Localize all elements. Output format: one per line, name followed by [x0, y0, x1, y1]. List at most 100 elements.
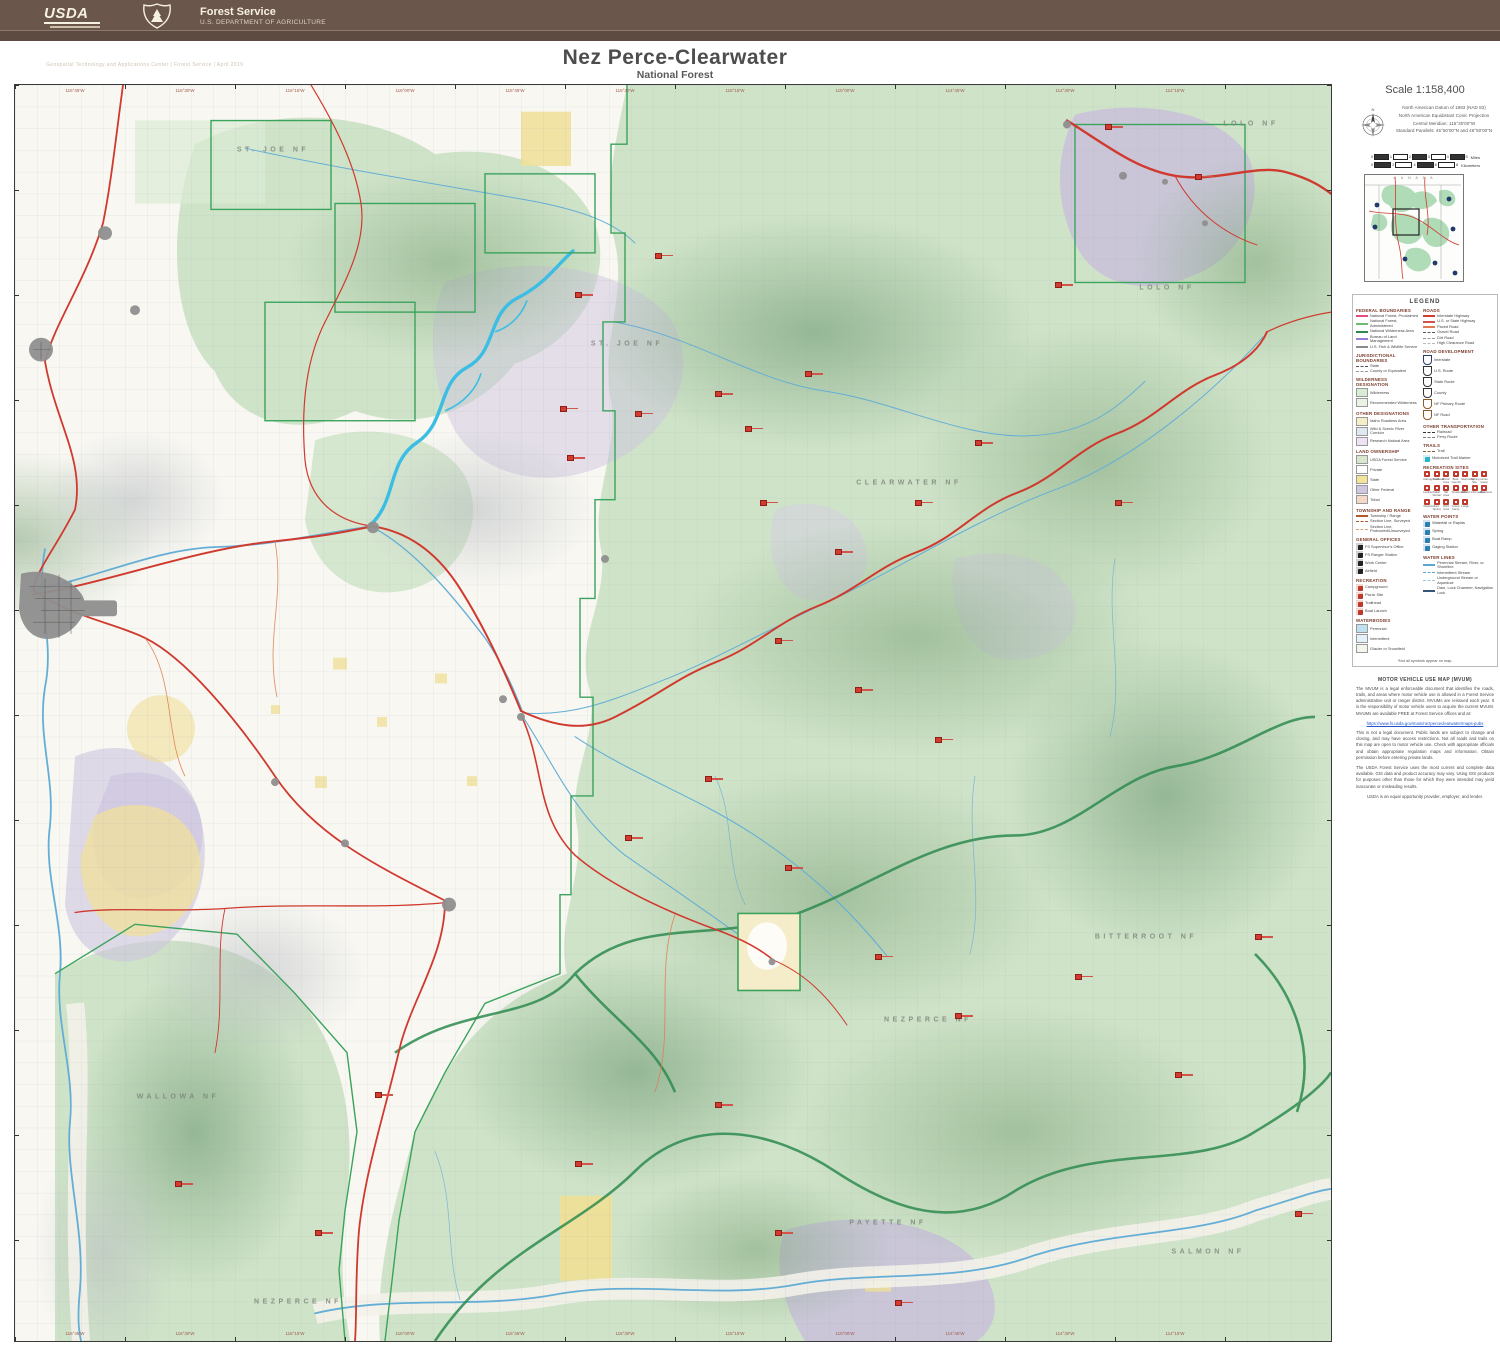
- recreation-symbol-icon: [1424, 485, 1430, 491]
- forest-name-label: CLEARWATER NF: [856, 479, 962, 486]
- legend-item: High Clearance Road: [1423, 341, 1494, 345]
- legend-symbol-label: Airfield: [1461, 491, 1469, 494]
- legend-item: Glacier or Snowfield: [1356, 644, 1419, 653]
- legend-item: Section Line, Protracted/Unsurveyed: [1356, 525, 1419, 534]
- legend-swatch-chip: [1356, 455, 1368, 464]
- legend-swatch-chip: [1356, 417, 1368, 426]
- legend-swatch-icon: [1423, 536, 1430, 543]
- legend-item: Spring: [1423, 528, 1494, 535]
- map-subtitle: National Forest: [0, 69, 1350, 81]
- scalebar-segment: [1417, 162, 1434, 168]
- scalebar-number: 4: [1413, 163, 1415, 167]
- coordinate-tick-label: 114°15'W: [1165, 1331, 1184, 1336]
- recreation-site-icon: [560, 406, 567, 412]
- legend-item: Other Federal: [1356, 485, 1419, 494]
- legend-swatch-chip: [1356, 485, 1368, 494]
- legend-item-label: Boat Ramp: [1432, 537, 1451, 541]
- legend-swatch-icon: [1356, 567, 1363, 574]
- legend-section: WATER LINESPerennial Stream, River, or S…: [1423, 555, 1494, 595]
- recreation-symbol-icon: [1434, 499, 1440, 505]
- legend-item-label: Dam, Lock Chamber, Navigation Lock: [1437, 586, 1494, 595]
- legend-symbol-label: OHV Area: [1442, 505, 1450, 511]
- legend-item: Work Center: [1356, 559, 1419, 566]
- legend-symbol-label: Trailhead: [1433, 478, 1441, 481]
- usda-dept-line: U.S. DEPARTMENT OF AGRICULTURE: [200, 19, 326, 26]
- coordinate-tick-label: 114°45'W: [945, 1331, 964, 1336]
- legend-swatch-icon: [1423, 544, 1430, 551]
- legend-section: ROADSInterstate HighwayU.S. or State Hig…: [1423, 308, 1494, 346]
- legend-item: National Forest, Administered: [1356, 319, 1419, 328]
- legend-item-label: Research Natural Area: [1370, 439, 1409, 443]
- recreation-site-icon: [705, 776, 712, 782]
- scalebar-segment: [1412, 154, 1427, 160]
- legend-item: Trailhead: [1356, 600, 1419, 607]
- legend-symbol-label: Picnic Area: [1442, 478, 1450, 484]
- legend-item-label: Perennial: [1370, 627, 1386, 631]
- page: USDA Forest Service U.S. DEPARTMENT OF A…: [0, 0, 1500, 1359]
- scalebar-segment: [1431, 154, 1446, 160]
- mvum-link[interactable]: https://www.fs.usda.gov/main/nezpercecle…: [1356, 721, 1494, 726]
- legend-item-label: National Forest, Administered: [1370, 319, 1419, 328]
- recreation-site-icon: [855, 687, 862, 693]
- scalebar-number: 8: [1456, 163, 1458, 167]
- coordinate-tick-label: 115°15'W: [725, 88, 744, 93]
- recreation-symbol-icon: [1424, 471, 1430, 477]
- recreation-symbol-icon: [1453, 485, 1459, 491]
- recreation-symbol-icon: [1453, 471, 1459, 477]
- legend-swatch-dash: [1423, 432, 1435, 433]
- legend-section: RECREATION SITESCampgroundTrailheadPicni…: [1423, 465, 1494, 510]
- coordinate-tick-label: 116°45'W: [65, 88, 84, 93]
- legend-symbol-cell: Campground: [1423, 471, 1431, 483]
- forest-service-shield-icon: [140, 3, 174, 29]
- legend-item: Tribal: [1356, 495, 1419, 504]
- legend-symbol-label: Restroom: [1480, 491, 1488, 494]
- legend-section: WATERBODIESPerennialIntermittentGlacier …: [1356, 618, 1419, 653]
- legend-swatch-shield: [1423, 366, 1432, 376]
- coordinate-tick-label: 114°45'W: [945, 88, 964, 93]
- legend-swatch-dash: [1423, 572, 1435, 573]
- legend-swatch-shield: [1423, 388, 1432, 398]
- legend-symbol-cell: Cabin Rental: [1433, 485, 1441, 497]
- right-tick-marks: [1327, 85, 1331, 1341]
- legend-swatch-line: [1423, 326, 1435, 328]
- legend-section-title: TRAILS: [1423, 443, 1494, 448]
- legend-swatch-chip: [1356, 465, 1368, 474]
- recreation-site-icon: [1115, 500, 1122, 506]
- legend-item-label: Airfield: [1365, 569, 1377, 573]
- recreation-site-icon: [835, 549, 842, 555]
- top-tick-marks: [15, 85, 1331, 89]
- legend-item-label: Wilderness: [1370, 391, 1389, 395]
- legend-swatch-icon: [1356, 584, 1363, 591]
- recreation-symbol-icon: [1443, 485, 1449, 491]
- scalebar-segment: [1438, 162, 1455, 168]
- recreation-symbol-icon: [1481, 485, 1487, 491]
- legend-symbol-label: Horse Camp: [1480, 478, 1488, 484]
- legend-section-title: RECREATION SITES: [1423, 465, 1494, 470]
- legend-symbol-cell: Picnic Area: [1442, 471, 1450, 483]
- legend-item-label: Underground Stream or Aqueduct: [1437, 576, 1494, 585]
- legend-item: FS Ranger Station: [1356, 551, 1419, 558]
- projection-note-line: Central Meridian: 115°30'00"W: [1394, 120, 1494, 128]
- map-canvas: ST. JOE NFST. JOE NFLOLO NFLOLO NFCLEARW…: [14, 84, 1332, 1342]
- legend-swatch-line: [1356, 346, 1368, 348]
- legend-section-title: ROAD DEVELOPMENT: [1423, 349, 1494, 354]
- legend-item-label: Trailhead: [1365, 601, 1381, 605]
- recreation-site-icon: [175, 1181, 182, 1187]
- legend-item-label: High Clearance Road: [1437, 341, 1474, 345]
- coordinate-tick-label: 115°30'W: [615, 88, 634, 93]
- recreation-site-icon: [715, 1102, 722, 1108]
- legend-item: Railroad: [1423, 430, 1494, 434]
- legend-item: Recommended Wilderness: [1356, 398, 1419, 407]
- legend-swatch-chip: [1356, 634, 1368, 643]
- legend-section: LAND OWNERSHIPUSDA Forest ServicePrivate…: [1356, 449, 1419, 504]
- recreation-site-icon: [715, 391, 722, 397]
- forest-name-label: ST. JOE NF: [591, 340, 663, 347]
- legend-section: OTHER TRANSPORTATIONRailroadFerry Route: [1423, 424, 1494, 440]
- coordinate-tick-label: 115°45'W: [505, 1331, 524, 1336]
- legend-symbol-label: Lodge: [1461, 505, 1469, 508]
- legend-item-label: Tribal: [1370, 498, 1380, 502]
- legend-swatch-icon: [1423, 520, 1430, 527]
- legend-section: TRAILSTrailMotorized Trail Marker: [1423, 443, 1494, 461]
- forest-name-label: BITTERROOT NF: [1095, 934, 1197, 941]
- compass-rose-icon: N: [1358, 106, 1388, 140]
